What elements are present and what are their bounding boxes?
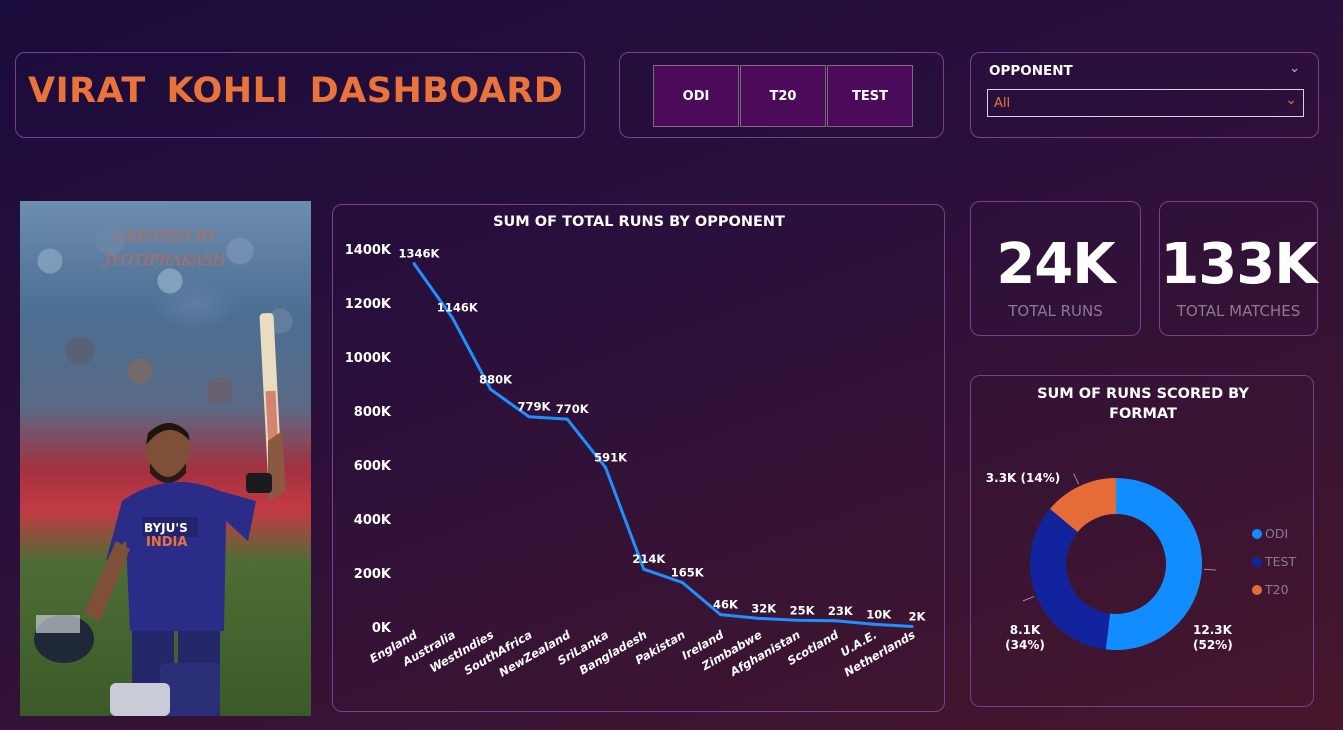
runs-by-format-svg: SUM OF RUNS SCORED BY FORMAT 12.3K(52%) 8.1… [986,386,1297,652]
donut-chart-title: SUM OF RUNS SCORED BY [1037,386,1249,402]
data-label: 1146K [437,301,479,315]
data-point [642,567,646,571]
data-point [565,417,569,421]
data-label: 10K [866,607,892,621]
title-card: VIRAT KOHLI DASHBOARD [15,52,585,138]
y-tick-label: 800K [354,405,392,420]
y-tick-label: 0K [372,621,392,636]
svg-text:BYJU'S: BYJU'S [144,521,188,535]
slice-data-label: 12.3K [1193,623,1233,637]
data-label: 46K [713,598,739,612]
test-button[interactable]: TEST [827,65,913,127]
data-point [450,316,454,320]
data-point [795,618,799,622]
total-runs-value: 24K [996,232,1115,297]
y-tick-label: 1200K [345,297,392,312]
y-tick-label: 400K [354,513,392,528]
runs-by-format-chart: SUM OF RUNS SCORED BY FORMAT 12.3K (52%) 8.1… [970,375,1314,707]
total-matches-card: 133K TOTAL MATCHES [1159,201,1318,336]
runs-by-opponent-chart: SUM OF TOTAL RUNS BY OPPONENT 0K 200K 400K 6… [332,204,945,712]
data-point [680,580,684,584]
opponent-dropdown[interactable]: All ⌄ [987,89,1304,117]
total-matches-value: 133K [1160,232,1317,297]
donut-chart-title: FORMAT [1109,406,1177,422]
data-point [757,616,761,620]
total-runs-card: 24K TOTAL RUNS [970,201,1141,336]
player-figure: BYJU'S INDIA [34,312,286,716]
slice-leader-line [1203,568,1216,571]
data-point [718,613,722,617]
data-point [910,624,914,628]
player-photo: BYJU'S INDIA CREATED BY JYOTIPRAKASH [20,201,311,716]
chevron-down-icon[interactable]: ⌄ [1289,61,1300,76]
data-label: 32K [751,601,777,615]
legend-marker-t20 [1252,585,1262,595]
data-label: 165K [671,565,705,579]
dashboard-title: VIRAT KOHLI DASHBOARD [28,71,564,111]
donut-slice-odi [1105,478,1202,650]
legend-label-test: TEST [1264,554,1296,569]
slice-leader-line [1022,595,1035,602]
opponent-dropdown-value: All [994,96,1011,111]
y-tick-label: 1000K [345,351,392,366]
runs-series-line [412,262,913,628]
slice-data-label: 3.3K (14%) [986,471,1060,485]
data-point [489,387,493,391]
opponent-slicer: OPPONENT ⌄ All ⌄ [970,52,1319,138]
odi-button[interactable]: ODI [653,65,739,127]
data-point [527,415,531,419]
data-label: 880K [479,372,513,386]
runs-by-opponent-svg: SUM OF TOTAL RUNS BY OPPONENT 0K 200K 400K 6… [345,214,927,680]
photo-watermark-line-1: CREATED BY [114,227,217,245]
format-button-group: ODI T20 TEST [619,52,944,138]
data-label: 591K [594,450,628,464]
t20-button[interactable]: T20 [740,65,826,127]
photo-watermark-line-2: JYOTIPRAKASH [104,251,227,269]
y-tick-label: 200K [354,567,392,582]
slicer-title: OPPONENT [989,63,1073,79]
svg-text:INDIA: INDIA [146,535,187,550]
data-label: 214K [632,552,666,566]
donut-slice-test [1030,508,1111,650]
slice-leader-line [1073,473,1080,485]
data-label: 23K [828,604,854,618]
data-label: 2K [909,609,927,623]
total-runs-label: TOTAL RUNS [1008,302,1103,320]
slice-data-label: (34%) [1005,638,1045,652]
legend-marker-test [1252,557,1262,567]
total-matches-label: TOTAL MATCHES [1176,302,1301,320]
line-chart-title: SUM OF TOTAL RUNS BY OPPONENT [493,214,785,230]
legend-label-odi: ODI [1265,526,1288,541]
legend-label-t20: T20 [1264,582,1289,597]
slice-data-label: 8.1K [1010,623,1041,637]
data-point [604,465,608,469]
data-label: 770K [556,402,590,416]
data-point [412,262,416,266]
y-tick-label: 1400K [345,243,392,258]
data-label: 779K [517,400,551,414]
dropdown-chevron-icon[interactable]: ⌄ [1285,92,1297,108]
legend-marker-odi [1252,529,1262,539]
data-point [833,619,837,623]
slice-data-label: (52%) [1193,638,1233,652]
data-label: 1346K [399,247,441,261]
data-label: 25K [790,603,816,617]
y-tick-label: 600K [354,459,392,474]
data-point [872,622,876,626]
